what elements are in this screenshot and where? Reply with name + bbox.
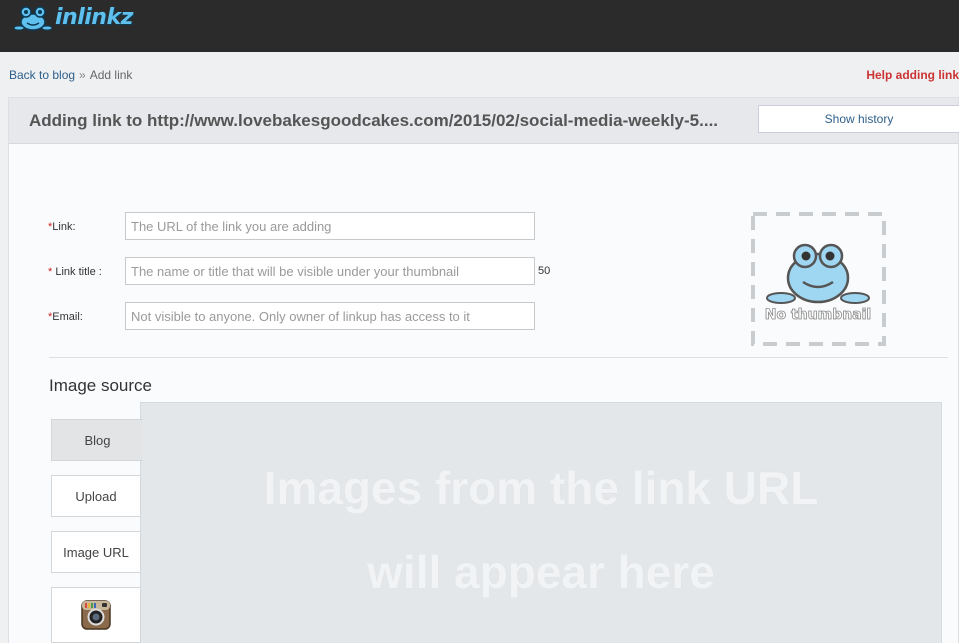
images-placeholder-line1: Images from the link URL bbox=[263, 462, 819, 514]
panel-header: Adding link to http://www.lovebakesgoodc… bbox=[9, 98, 959, 144]
link-title-label: * Link title : bbox=[48, 266, 102, 278]
link-label: *Link: bbox=[48, 221, 76, 233]
logo-text: inlinkz bbox=[55, 4, 133, 30]
frog-logo-icon bbox=[14, 2, 52, 32]
breadcrumb: Back to blog » Add link bbox=[9, 68, 132, 82]
logo[interactable]: inlinkz bbox=[14, 0, 133, 34]
title-char-count: 50 bbox=[538, 265, 551, 277]
no-thumbnail-text: No thumbnail bbox=[765, 307, 871, 323]
email-input[interactable] bbox=[125, 302, 535, 330]
tab-upload[interactable]: Upload bbox=[51, 475, 141, 517]
email-label-text: Email: bbox=[52, 311, 83, 323]
instagram-icon bbox=[81, 600, 111, 633]
email-label: *Email: bbox=[48, 311, 83, 323]
divider bbox=[49, 357, 948, 358]
back-to-blog-link[interactable]: Back to blog bbox=[9, 68, 75, 82]
images-preview-area: Images from the link URL will appear her… bbox=[140, 402, 942, 643]
link-label-text: Link: bbox=[52, 221, 76, 233]
link-input[interactable] bbox=[125, 212, 535, 240]
thumbnail-preview: No thumbnail bbox=[751, 212, 886, 346]
link-title-label-text: Link title : bbox=[52, 266, 102, 278]
page-title: Adding link to http://www.lovebakesgoodc… bbox=[29, 111, 719, 130]
show-history-button[interactable]: Show history bbox=[758, 105, 959, 133]
help-adding-link[interactable]: Help adding link bbox=[866, 68, 959, 82]
breadcrumb-current: Add link bbox=[89, 68, 133, 82]
tab-instagram[interactable] bbox=[51, 587, 141, 643]
images-placeholder-line2: will appear here bbox=[367, 546, 715, 598]
image-source-title: Image source bbox=[49, 376, 152, 395]
tab-image-url[interactable]: Image URL bbox=[51, 531, 141, 573]
tab-blog[interactable]: Blog bbox=[51, 419, 143, 461]
top-bar: inlinkz bbox=[0, 0, 959, 52]
breadcrumb-separator: » bbox=[79, 68, 86, 82]
link-title-input[interactable] bbox=[125, 257, 535, 285]
frog-placeholder-icon: No thumbnail bbox=[751, 212, 886, 346]
